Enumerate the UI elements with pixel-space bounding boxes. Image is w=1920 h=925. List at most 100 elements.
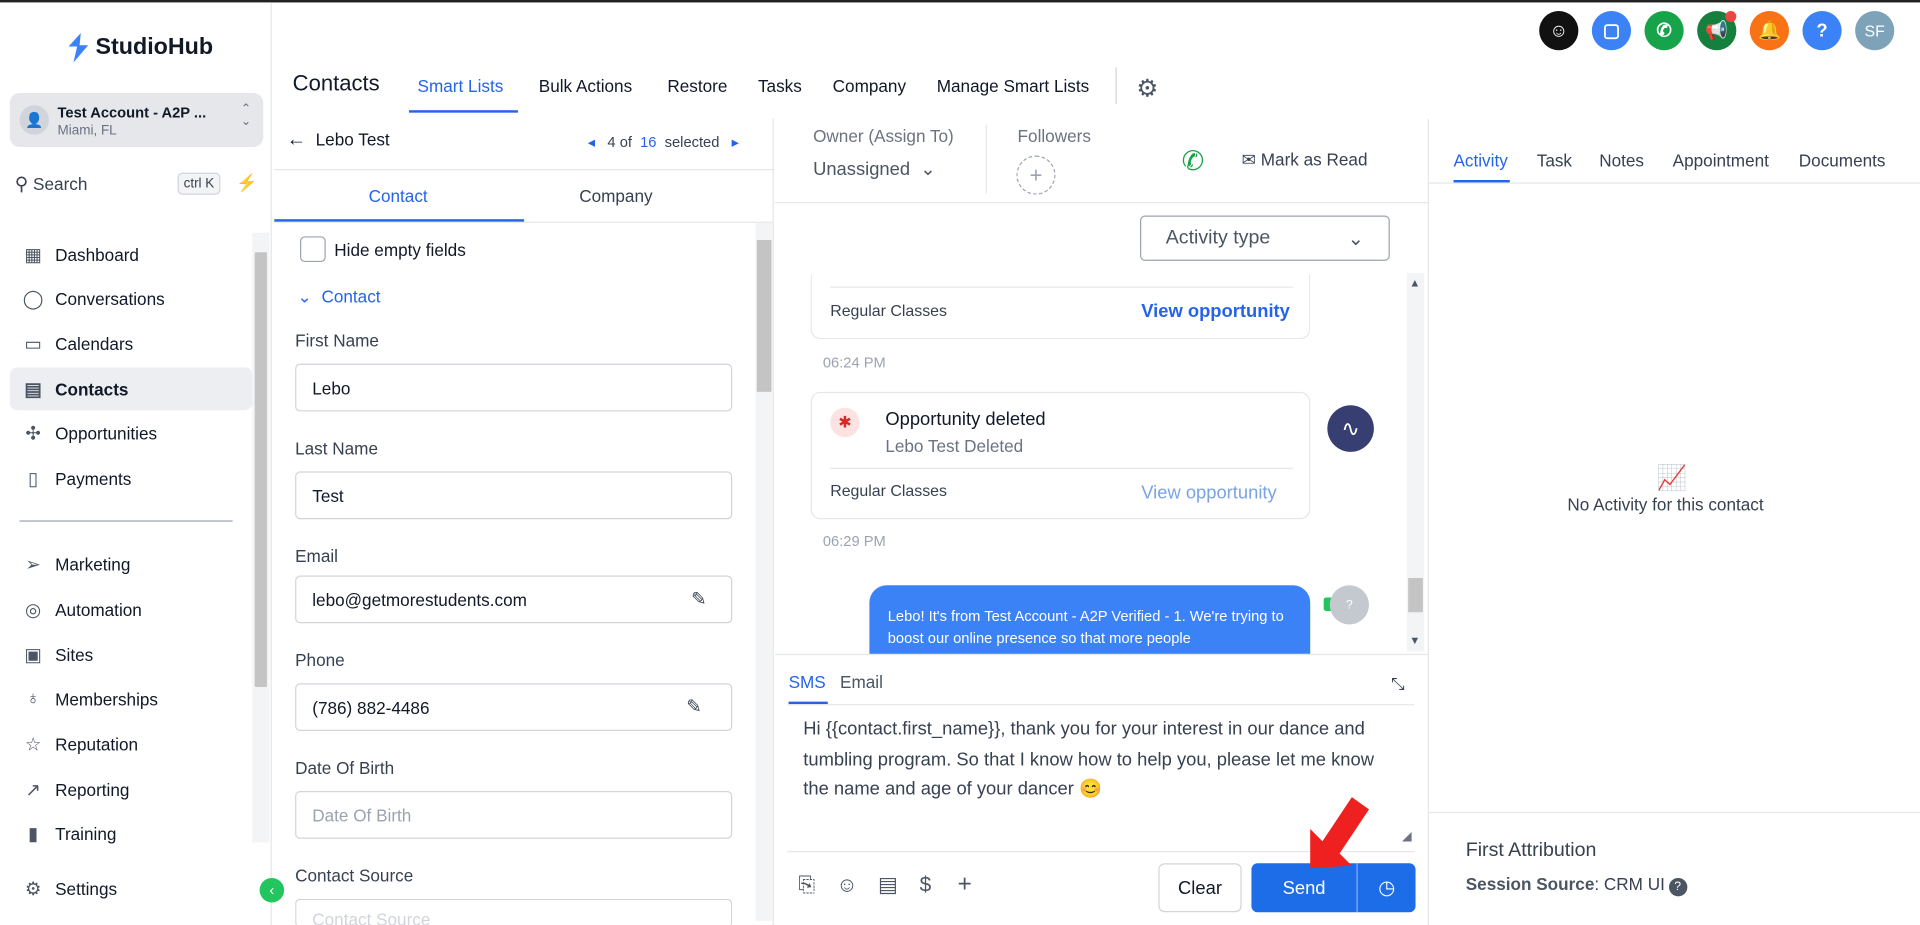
sidebar-item-sites[interactable]: ▣ Sites [10, 633, 252, 676]
last-name-field[interactable]: Test [295, 471, 733, 520]
account-switcher[interactable]: 👤 Test Account - A2P ... Miami, FL ⌃ ⌄ [9, 93, 264, 147]
sidebar-item-contacts[interactable]: ▤ Contacts [9, 367, 253, 411]
phone-icon[interactable]: ✆ [1644, 11, 1684, 51]
tab-task[interactable]: Task [1537, 151, 1572, 171]
scroll-up-icon[interactable]: ▲ [1409, 277, 1420, 289]
sidebar-item-label: Calendars [55, 333, 134, 354]
sidebar-item-training[interactable]: ▮ Training [10, 812, 252, 855]
settings-gear-icon[interactable]: ⚙ [1136, 73, 1158, 104]
sidebar-item-conversations[interactable]: ◯ Conversations [10, 277, 252, 320]
tab-manage-smart-lists[interactable]: Manage Smart Lists [937, 76, 1089, 96]
brand-logo[interactable]: StudioHub [66, 32, 213, 64]
email-label: Email [295, 546, 338, 566]
prev-record-icon[interactable]: ◂ [588, 133, 595, 150]
add-follower-button[interactable]: + [1016, 155, 1056, 195]
tab-restore[interactable]: Restore [667, 76, 727, 96]
edit-pencil-icon[interactable]: ✎ [686, 696, 701, 718]
tab-contact[interactable]: Contact [369, 186, 428, 206]
sidebar-item-reporting[interactable]: ↗ Reporting [10, 768, 252, 811]
sidebar-item-label: Reporting [55, 779, 130, 799]
edit-pencil-icon[interactable]: ✎ [691, 588, 706, 610]
back-button[interactable]: ← Lebo Test [287, 130, 390, 152]
first-attribution-heading: First Attribution [1465, 840, 1597, 861]
tab-bulk-actions[interactable]: Bulk Actions [539, 76, 632, 96]
contact-panel-scroll-thumb[interactable] [756, 240, 772, 392]
email-field[interactable]: lebo@getmorestudents.com ✎ [295, 575, 733, 624]
memberships-icon: ♁ [26, 688, 40, 709]
star-icon: ☆ [24, 734, 42, 755]
mark-as-read-button[interactable]: ✉ Mark as Read [1242, 149, 1368, 170]
tab-company-detail[interactable]: Company [579, 186, 652, 206]
tab-smart-lists[interactable]: Smart Lists [418, 76, 504, 96]
section-toggle[interactable]: ⌄ Contact [298, 287, 381, 308]
sidebar-item-payments[interactable]: ▯ Payments [10, 457, 252, 500]
bolt-icon[interactable]: ⚡ [236, 173, 257, 194]
pager-of: of [619, 133, 632, 151]
hide-empty-checkbox[interactable] [300, 236, 326, 263]
first-name-label: First Name [295, 330, 379, 351]
sidebar-item-automation[interactable]: ◎ Automation [10, 588, 252, 631]
dob-field[interactable]: Date Of Birth [295, 791, 733, 839]
payments-icon: ▯ [27, 468, 39, 490]
red-arrow-annotation [1310, 797, 1369, 869]
tab-notes[interactable]: Notes [1599, 151, 1644, 171]
sidebar-item-memberships[interactable]: ♁ Memberships [10, 677, 252, 720]
tab-documents[interactable]: Documents [1799, 151, 1886, 171]
bell-icon[interactable]: 🔔 [1749, 11, 1789, 51]
resize-handle-icon[interactable]: ◢ [1402, 830, 1411, 843]
template-icon[interactable]: ▤ [878, 873, 898, 897]
sidebar-item-label: Sites [55, 644, 94, 665]
search-button[interactable]: ⚲ Search ctrl K [10, 167, 228, 201]
phone-field[interactable]: (786) 882-4486 ✎ [295, 683, 733, 732]
help-circle-icon[interactable]: ? [1668, 877, 1687, 897]
arrow-left-icon: ← [286, 129, 307, 151]
help-icon[interactable]: ? [1802, 11, 1842, 51]
activity-type-select[interactable]: Activity type ⌄ [1140, 215, 1390, 261]
right-panel [1427, 118, 1920, 925]
collapse-compose-icon[interactable]: ⤡ [1391, 673, 1405, 694]
sidebar-item-reputation[interactable]: ☆ Reputation [10, 722, 252, 765]
emoji-icon[interactable]: ☺ [836, 873, 857, 897]
tab-sms[interactable]: SMS [789, 672, 826, 692]
messages-scroll-thumb[interactable] [1408, 577, 1423, 613]
tab-email[interactable]: Email [840, 672, 883, 692]
section-title: Contact [321, 286, 381, 307]
sidebar-item-settings[interactable]: ⚙ Settings [10, 867, 252, 910]
chat-bubble-icon[interactable]: ▢ [1591, 11, 1632, 51]
divider [985, 124, 987, 194]
view-opportunity-link[interactable]: View opportunity [1141, 301, 1290, 322]
sender-avatar: ? [1329, 585, 1369, 625]
automation-icon: ◎ [25, 599, 42, 621]
pager-total: 16 [640, 133, 657, 151]
dollar-icon[interactable]: $ [920, 873, 932, 897]
sidebar-item-dashboard[interactable]: ▦ Dashboard [10, 233, 252, 276]
view-opportunity-link[interactable]: View opportunity [1141, 482, 1276, 503]
owner-select[interactable]: Unassigned ⌄ [813, 158, 936, 180]
user-avatar[interactable]: SF [1855, 11, 1895, 51]
sidebar-item-label: Conversations [55, 288, 165, 308]
attachment-icon[interactable]: ⎘ [798, 873, 815, 897]
sidebar-item-opportunities[interactable]: ✣ Opportunities [10, 411, 252, 454]
sidebar-item-calendars[interactable]: ▭ Calendars [10, 322, 252, 365]
sidebar-scroll-thumb[interactable] [254, 252, 267, 687]
first-name-field[interactable]: Lebo [295, 363, 733, 412]
book-icon: ▮ [27, 823, 39, 845]
tab-company[interactable]: Company [833, 76, 906, 96]
tab-tasks[interactable]: Tasks [758, 76, 802, 96]
tab-appointment[interactable]: Appointment [1673, 151, 1769, 171]
sidebar-item-label: Automation [55, 599, 142, 619]
next-record-icon[interactable]: ▸ [732, 133, 739, 150]
scroll-down-icon[interactable]: ▼ [1409, 634, 1420, 646]
phone-label: Phone [295, 650, 345, 670]
sidebar-item-marketing[interactable]: ➢ Marketing [10, 542, 252, 585]
search-icon: ⚲ [14, 173, 29, 195]
robot-icon[interactable]: ☺ [1539, 11, 1579, 51]
plus-icon[interactable]: + [958, 871, 972, 899]
call-phone-icon[interactable]: ✆ [1182, 146, 1205, 178]
clear-button[interactable]: Clear [1158, 863, 1242, 913]
tab-activity[interactable]: Activity [1453, 151, 1507, 171]
sidebar-item-label: Memberships [55, 688, 158, 709]
contact-source-field[interactable]: Contact Source [295, 898, 733, 925]
sidebar-item-label: Payments [55, 468, 132, 488]
card-subtitle: Lebo Test Deleted [885, 435, 1024, 456]
